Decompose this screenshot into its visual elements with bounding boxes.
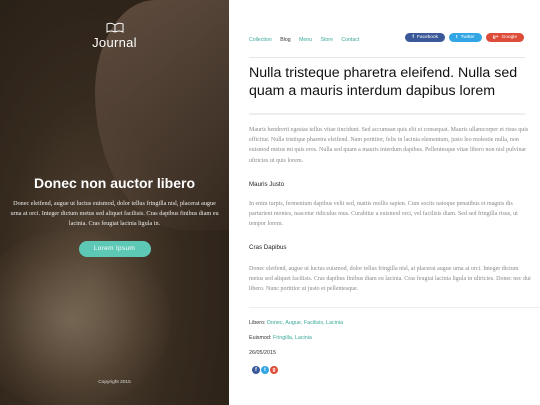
meta-libero-tags[interactable]: Donec, Augue, Facilisis, Lacinia xyxy=(267,320,343,326)
post-date: 26/05/2015 xyxy=(249,350,276,356)
hero-panel: Journal Donec non auctor libero Donec el… xyxy=(0,0,229,405)
article-paragraph-2: In enim turpis, fermentum dapibus velit … xyxy=(249,201,518,228)
hero-description: Donec eleifend, augue ut luctus euismod,… xyxy=(10,200,219,227)
nav-item-store[interactable]: Store xyxy=(321,37,333,43)
nav-item-collection[interactable]: Collection xyxy=(249,37,272,43)
article-subheading-1: Mauris Justo xyxy=(249,181,285,188)
meta-euismod-label: Euismod: xyxy=(249,335,272,341)
open-book-icon xyxy=(106,22,123,33)
nav-item-blog[interactable]: Blog xyxy=(280,37,290,43)
nav-item-menu[interactable]: Menu xyxy=(299,37,312,43)
google-share-button[interactable]: g+ Google xyxy=(485,33,524,42)
hero-content: Donec non auctor libero Donec eleifend, … xyxy=(10,175,219,257)
nav-item-contact[interactable]: Contact xyxy=(341,37,359,43)
facebook-icon[interactable]: f xyxy=(252,366,260,374)
hero-heading: Donec non auctor libero xyxy=(33,175,195,191)
twitter-icon[interactable]: t xyxy=(261,366,269,374)
facebook-icon: f xyxy=(412,35,414,40)
twitter-share-button[interactable]: t Twitter xyxy=(449,33,482,42)
twitter-label: Twitter xyxy=(460,35,475,40)
logo-text: Journal xyxy=(92,35,137,50)
divider xyxy=(249,307,540,308)
social-icons: f t g xyxy=(252,366,278,374)
article-paragraph-3: Donec eleifend, augue ut luctus euismod,… xyxy=(249,266,531,293)
share-buttons: f Facebook t Twitter g+ Google xyxy=(405,33,524,42)
facebook-share-button[interactable]: f Facebook xyxy=(405,33,446,42)
meta-libero-label: Libero: xyxy=(249,320,266,326)
lorem-ipsum-button[interactable]: Lorem Ipsum xyxy=(78,241,151,257)
google-label: Google xyxy=(501,35,517,40)
google-plus-icon: g+ xyxy=(492,35,499,40)
divider xyxy=(249,57,525,58)
meta-euismod-tags[interactable]: Fringilla, Lacinia xyxy=(273,335,312,341)
meta-libero: Libero: Donec, Augue, Facilisis, Lacinia xyxy=(249,320,343,326)
facebook-label: Facebook xyxy=(416,35,439,40)
article-panel: Collection Blog Menu Store Contact f Face… xyxy=(229,0,540,405)
divider xyxy=(249,113,525,115)
meta-euismod: Euismod: Fringilla, Lacinia xyxy=(249,335,312,341)
article-subheading-2: Cras Dapibus xyxy=(249,244,287,251)
twitter-icon: t xyxy=(456,35,458,40)
main-nav: Collection Blog Menu Store Contact xyxy=(249,37,366,43)
google-plus-icon[interactable]: g xyxy=(270,366,278,374)
site-logo[interactable]: Journal xyxy=(0,22,229,50)
copyright: Copyright 2015 xyxy=(98,380,131,385)
article-paragraph-1: Mauris hendrerit egestas tellus vitae ti… xyxy=(249,127,529,164)
article-title: Nulla tristeque pharetra eleifend. Nulla… xyxy=(249,65,518,99)
